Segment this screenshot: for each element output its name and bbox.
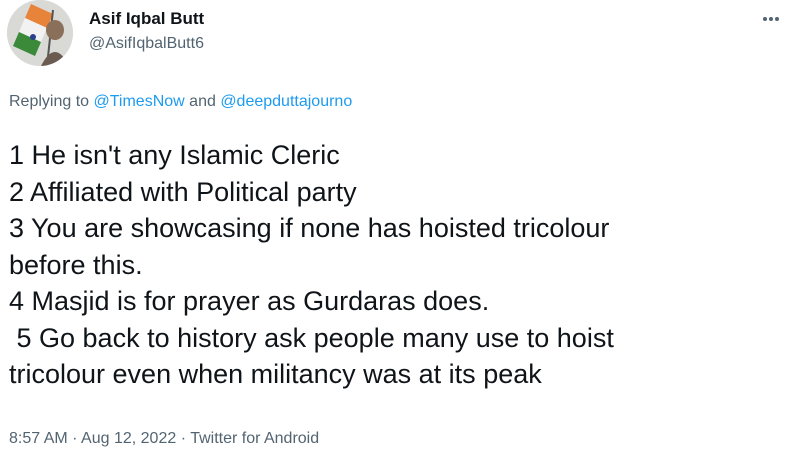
tweet-date[interactable]: Aug 12, 2022 <box>81 430 176 447</box>
tweet: Asif Iqbal Butt @AsifIqbalButt6 Replying… <box>0 0 803 472</box>
mention-deepduttajourno[interactable]: @deepduttajourno <box>220 93 352 110</box>
more-options-button[interactable] <box>757 6 785 32</box>
tweet-line: tricolour even when militancy was at its… <box>9 359 542 389</box>
avatar-image <box>7 0 73 66</box>
avatar[interactable] <box>7 0 73 66</box>
meta-separator: · <box>67 430 82 447</box>
tweet-line: 5 Go back to history ask people many use… <box>9 322 614 353</box>
tweet-meta: 8:57 AM · Aug 12, 2022 · Twitter for And… <box>9 428 319 450</box>
tweet-line: 2 Affiliated with Political party <box>9 176 357 207</box>
tweet-line: 1 He isn't any Islamic Cleric <box>9 140 340 170</box>
author-display-name[interactable]: Asif Iqbal Butt <box>89 8 204 30</box>
tweet-line: 3 You are showcasing if none has hoisted… <box>9 213 610 243</box>
tweet-text: 1 He isn't any Islamic Cleric 2 Affiliat… <box>9 137 789 393</box>
author-handle[interactable]: @AsifIqbalButt6 <box>89 33 204 55</box>
replying-prefix: Replying to <box>9 93 94 110</box>
tweet-line: before this. <box>9 249 143 280</box>
more-options-icon <box>763 17 779 21</box>
mention-timesnow[interactable]: @TimesNow <box>94 93 185 110</box>
replying-to: Replying to @TimesNow and @deepduttajour… <box>9 91 352 113</box>
author-block: Asif Iqbal Butt @AsifIqbalButt6 <box>89 8 204 55</box>
tweet-source[interactable]: Twitter for Android <box>190 430 319 447</box>
replying-conjunction: and <box>184 93 221 110</box>
tweet-time[interactable]: 8:57 AM <box>9 430 68 447</box>
tweet-line: 4 Masjid is for prayer as Gurdaras does. <box>9 286 490 316</box>
meta-separator: · <box>176 430 191 447</box>
